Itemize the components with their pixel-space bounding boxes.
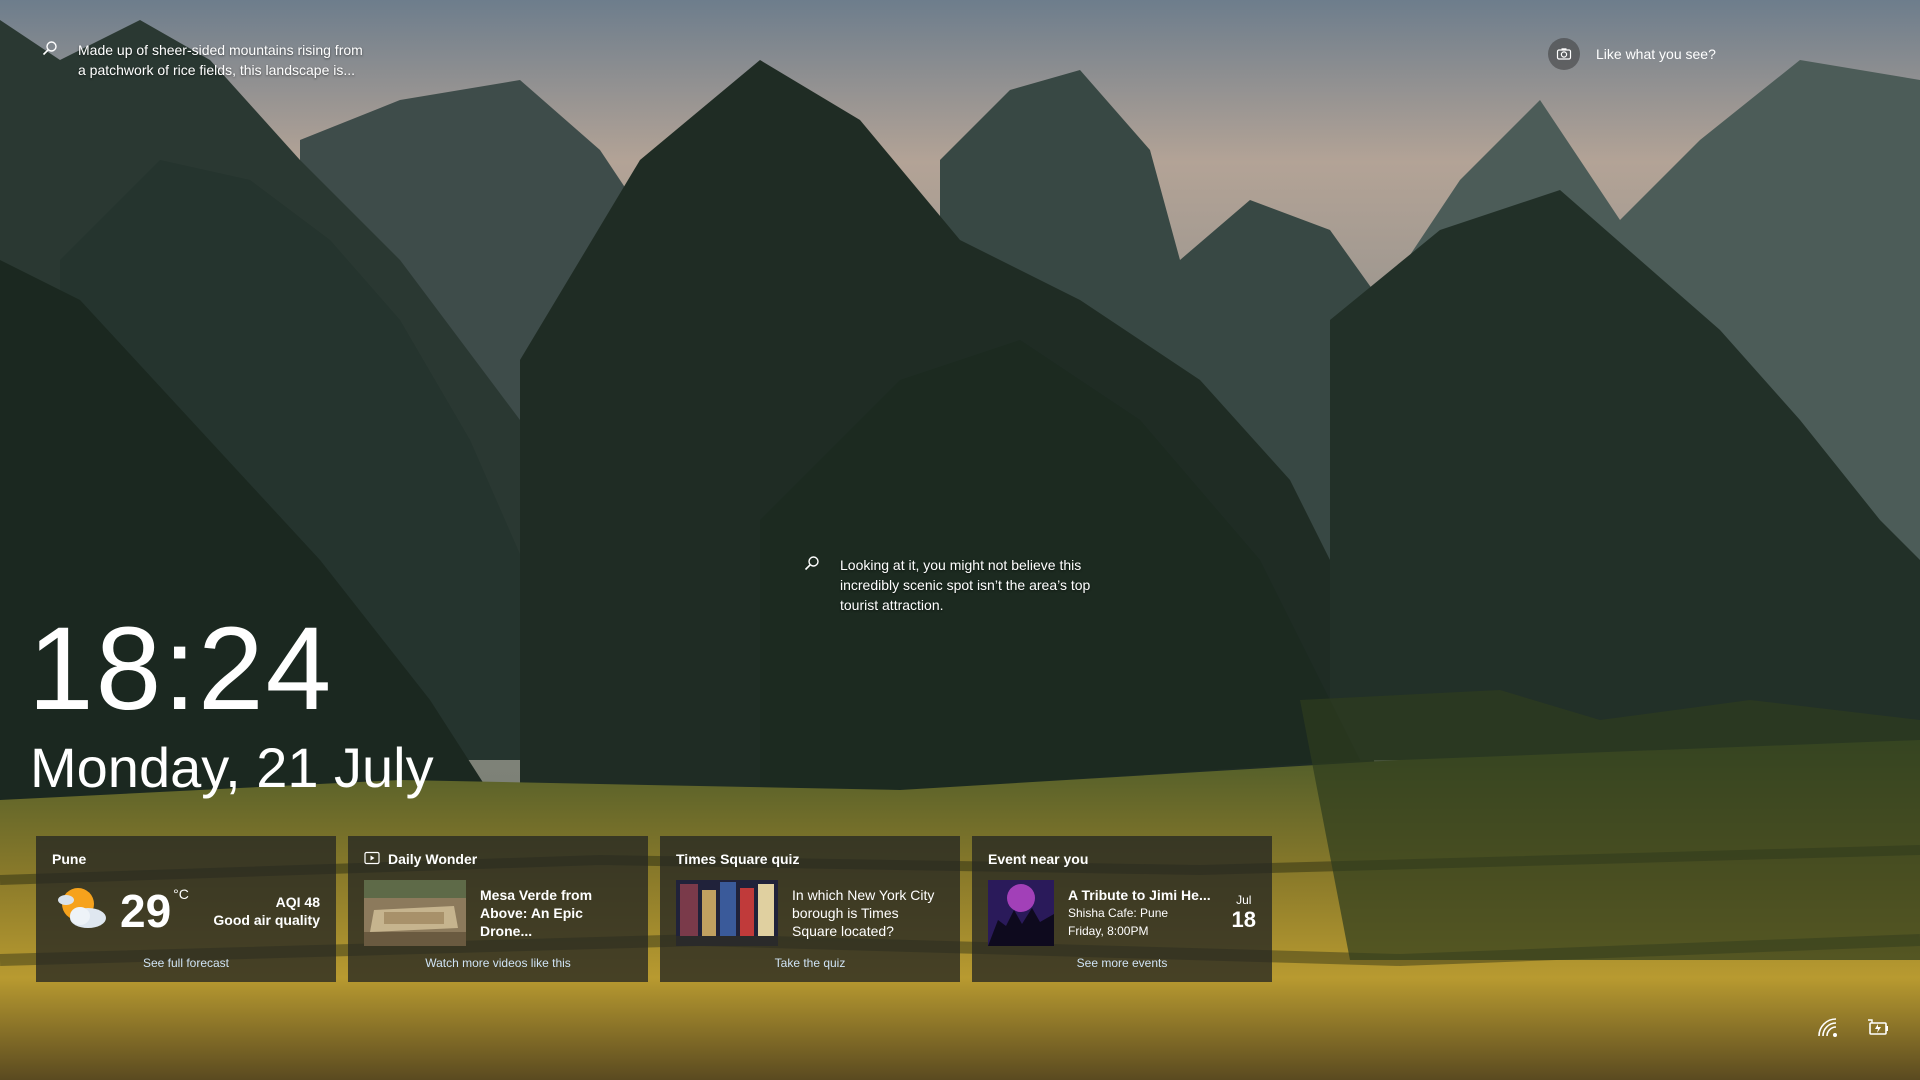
battery-charging-icon[interactable] — [1866, 1016, 1890, 1040]
quiz-question: In which New York City borough is Times … — [792, 887, 935, 939]
daily-wonder-headline: Mesa Verde from Above: An Epic Drone... — [480, 887, 593, 939]
center-fact-text: Looking at it, you might not believe thi… — [840, 557, 1091, 613]
see-more-events-link[interactable]: See more events — [972, 956, 1272, 970]
concert-thumbnail — [988, 880, 1054, 946]
times-square-thumbnail — [676, 880, 778, 946]
daily-wonder-title: Daily Wonder — [388, 851, 478, 867]
top-fact-banner[interactable]: Made up of sheer-sided mountains rising … — [42, 40, 368, 80]
temperature-value: 29 — [120, 884, 172, 937]
mesa-verde-thumbnail — [364, 880, 466, 946]
center-fact-hotspot[interactable]: Looking at it, you might not believe thi… — [804, 555, 1130, 615]
quiz-title: Times Square quiz — [676, 851, 800, 867]
event-name: A Tribute to Jimi He... — [1068, 887, 1211, 903]
widget-cards: Pune 29 °C AQI 48 Good air quality See f… — [36, 836, 1272, 982]
event-venue: Shisha Cafe: Pune — [1068, 906, 1169, 920]
watch-more-videos-link[interactable]: Watch more videos like this — [348, 956, 648, 970]
search-icon — [42, 40, 58, 80]
temperature-unit: °C — [173, 886, 189, 902]
camera-icon — [1548, 38, 1580, 70]
lock-screen-date: Monday, 21 July — [30, 736, 434, 799]
like-label: Like what you see? — [1596, 46, 1716, 62]
event-day: 18 — [1231, 907, 1256, 932]
see-full-forecast-link[interactable]: See full forecast — [36, 956, 336, 970]
aqi-description: Good air quality — [213, 911, 320, 928]
event-month: Jul — [1236, 893, 1252, 907]
top-fact-text: Made up of sheer-sided mountains rising … — [78, 42, 363, 78]
take-the-quiz-link[interactable]: Take the quiz — [660, 956, 960, 970]
event-near-you-card[interactable]: Event near you A Tribute to Jimi He... S… — [972, 836, 1272, 982]
event-time: Friday, 8:00PM — [1068, 924, 1149, 938]
event-date: Jul 18 — [1232, 893, 1256, 933]
times-square-quiz-card[interactable]: Times Square quiz In which New York City… — [660, 836, 960, 982]
wifi-icon[interactable] — [1816, 1016, 1840, 1040]
partly-cloudy-icon — [52, 878, 112, 943]
video-icon — [364, 850, 380, 869]
event-card-title: Event near you — [988, 851, 1089, 867]
system-tray — [1816, 1016, 1890, 1040]
weather-card[interactable]: Pune 29 °C AQI 48 Good air quality See f… — [36, 836, 336, 982]
lock-screen-time: 18:24 — [28, 603, 334, 735]
daily-wonder-card[interactable]: Daily Wonder Mesa Verde from Above: An E… — [348, 836, 648, 982]
weather-city: Pune — [52, 851, 87, 867]
aqi-value: AQI 48 — [275, 893, 320, 910]
search-icon — [804, 555, 820, 615]
like-what-you-see-button[interactable]: Like what you see? — [1548, 38, 1716, 70]
